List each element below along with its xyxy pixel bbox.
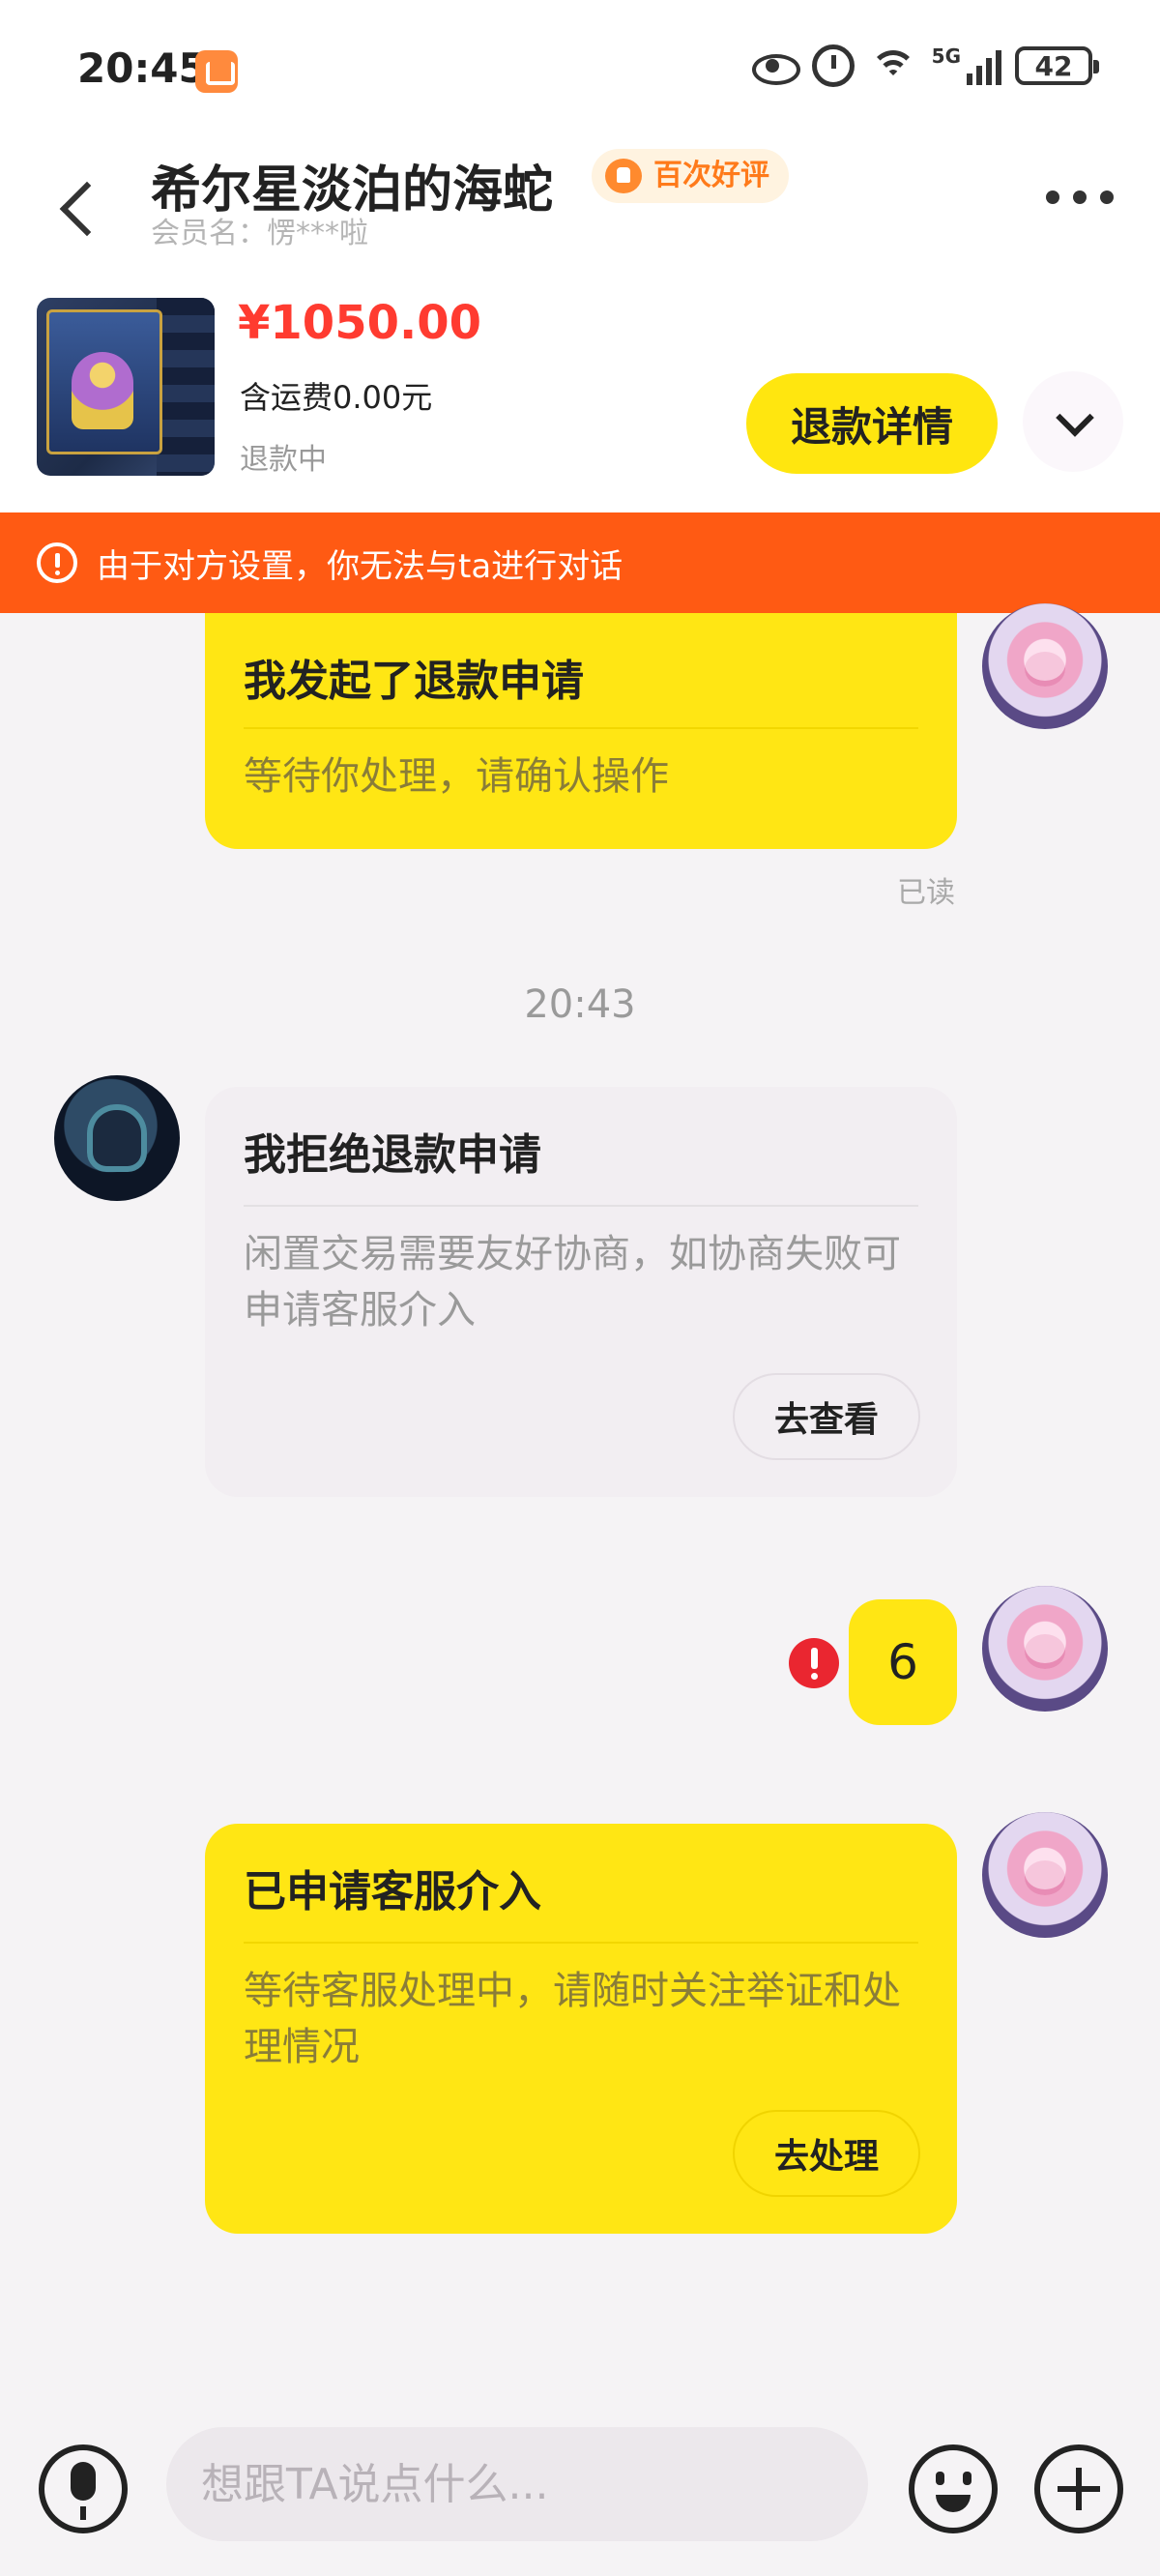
view-button[interactable]: 去查看 (733, 1373, 920, 1460)
status-bar: 20:45 5G 42 (0, 0, 1160, 135)
service-intervention-card[interactable]: 已申请客服介入 等待客服处理中，请随时关注举证和处理情况 去处理 (205, 1824, 957, 2234)
praise-badge: 百次好评 (592, 149, 789, 203)
back-icon[interactable] (54, 176, 101, 238)
card-body: 闲置交易需要友好协商，如协商失败可申请客服介入 (244, 1232, 901, 1332)
more-options-icon[interactable] (1046, 184, 1114, 211)
message-input[interactable] (166, 2427, 868, 2541)
chat-header: 希尔星淡泊的海蛇 百次好评 会员名：愣***啦 (0, 135, 1160, 290)
refund-request-card[interactable]: 我发起了退款申请 等待你处理，请确认操作 (205, 613, 957, 849)
member-name: 会员名：愣***啦 (151, 217, 368, 250)
plus-icon[interactable] (1034, 2444, 1123, 2533)
status-time: 20:45 (77, 44, 207, 92)
emoji-icon[interactable] (909, 2444, 998, 2533)
microphone-icon[interactable] (39, 2444, 128, 2533)
chat-screen: 20:45 5G 42 希尔星淡泊的海蛇 百次好评 会员名：愣***啦 ¥105… (0, 0, 1160, 2576)
send-failed-icon[interactable] (789, 1638, 839, 1688)
alarm-icon (811, 44, 855, 87)
card-body: 等待你处理，请确认操作 (244, 754, 669, 799)
eye-icon (750, 51, 800, 85)
praise-badge-label: 百次好评 (653, 159, 769, 192)
warning-banner: 由于对方设置，你无法与ta进行对话 (0, 512, 1160, 613)
refund-detail-button[interactable]: 退款详情 (746, 373, 998, 474)
card-title: 我发起了退款申请 (244, 613, 918, 729)
input-bar (0, 2398, 1160, 2576)
handle-button[interactable]: 去处理 (733, 2110, 920, 2197)
my-avatar[interactable] (982, 603, 1108, 729)
warning-text: 由于对方设置，你无法与ta进行对话 (97, 546, 624, 586)
my-avatar[interactable] (982, 1586, 1108, 1712)
refund-status: 退款中 (240, 443, 327, 477)
message-timestamp: 20:43 (524, 982, 636, 1027)
product-card: ¥1050.00 含运费0.00元 退款中 退款详情 (0, 290, 1160, 512)
my-avatar[interactable] (982, 1812, 1108, 1938)
chevron-down-icon[interactable] (1023, 371, 1123, 472)
battery-icon: 42 (1015, 46, 1099, 85)
network-type: 5G (931, 44, 961, 68)
thumbs-up-icon (605, 159, 642, 193)
warning-icon (37, 542, 77, 583)
signal-icon (967, 46, 1001, 85)
text-message[interactable]: 6 (849, 1599, 957, 1725)
refund-rejected-card[interactable]: 我拒绝退款申请 闲置交易需要友好协商，如协商失败可申请客服介入 去查看 (205, 1087, 957, 1497)
read-receipt: 已读 (897, 876, 955, 910)
product-thumbnail[interactable] (37, 298, 215, 476)
status-icons: 5G 42 (750, 44, 1099, 87)
card-body: 等待客服处理中，请随时关注举证和处理情况 (244, 1969, 901, 2069)
app-badge-icon (195, 50, 238, 93)
card-title: 我拒绝退款申请 (244, 1087, 918, 1207)
seller-avatar[interactable] (54, 1075, 180, 1201)
wifi-icon (868, 46, 918, 85)
shipping-info: 含运费0.00元 (240, 379, 433, 416)
product-price: ¥1050.00 (238, 296, 482, 350)
card-title: 已申请客服介入 (244, 1824, 918, 1944)
